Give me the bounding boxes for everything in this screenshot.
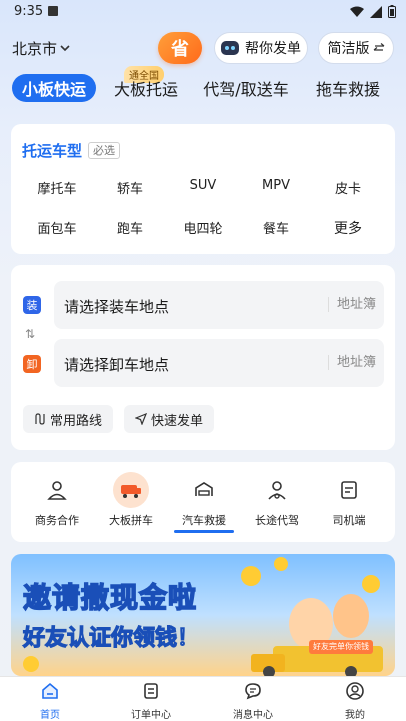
nav-label: 我的 [345,710,365,721]
vehicle-option-sportscar[interactable]: 跑车 [94,218,166,237]
unload-location-field[interactable]: 请选择卸车地点 地址簿 [54,339,384,387]
swap-icon [373,43,384,51]
service-carpool[interactable]: 大板拼车 [93,472,169,528]
required-tag: 必选 [88,142,120,159]
tab-label: 代驾/取送车 [203,80,289,99]
nav-home[interactable]: 首页 [10,681,90,721]
signal-icon [370,5,382,18]
status-bar: 9:35 [0,0,406,24]
service-driver-app[interactable]: 司机端 [311,472,387,528]
banner-title: 邀请撒现金啦 [22,580,198,615]
city-label: 北京市 [12,40,58,58]
rescue-icon [186,472,222,508]
common-routes-label: 常用路线 [49,413,102,429]
vehicle-option-ev4[interactable]: 电四轮 [167,218,239,237]
robot-icon [221,41,239,55]
banner-tag: 好友完单你领钱 [309,640,373,654]
load-badge: 装 [23,296,41,314]
driver-app-icon [331,472,367,508]
chevron-down-icon [60,45,70,52]
vehicle-option-sedan[interactable]: 轿车 [94,178,166,197]
simple-mode-label: 简洁版 [327,41,370,57]
driver-icon [259,472,295,508]
load-location-field[interactable]: 请选择装车地点 地址簿 [54,281,384,329]
tab-tow-rescue[interactable]: 拖车救援 [306,74,390,102]
load-location-placeholder: 请选择装车地点 [64,298,170,316]
quick-order-button[interactable]: 快速发单 [124,405,214,433]
unload-address-book-link[interactable]: 地址簿 [327,355,376,370]
bottom-nav: 首页 订单中心 消息中心 我的 [0,676,406,721]
banner-subtitle-a: 好友认证 [22,625,112,651]
quick-order-label: 快速发单 [150,413,203,429]
service-rescue[interactable]: 汽车救援 [166,472,242,528]
swap-addresses-icon[interactable]: ⇅ [25,327,35,341]
services-card: 商务合作 大板拼车 汽车救援 长途代驾 司机端 [11,462,395,542]
vehicle-option-motorcycle[interactable]: 摩托车 [21,178,93,197]
service-label: 汽车救援 [182,514,226,527]
service-label: 长途代驾 [255,514,299,527]
home-icon [42,682,58,699]
route-icon [35,413,45,425]
tab-large-board[interactable]: 大板托运 [104,74,188,102]
wifi-icon [350,6,364,17]
tab-small-board[interactable]: 小板快运 [12,74,96,102]
banner-subtitle-b: 你领钱 [110,625,178,651]
banner-subtitle-c: ！ [176,625,200,651]
unload-location-placeholder: 请选择卸车地点 [64,356,170,374]
service-label: 大板拼车 [109,514,153,527]
service-label: 司机端 [332,514,366,527]
load-address-book-link[interactable]: 地址簿 [327,297,376,312]
common-routes-button[interactable]: 常用路线 [23,405,113,433]
service-tabs: 小板快运 通全国 大板托运 代驾/取送车 拖车救援 [0,66,406,104]
vehicle-type-title: 托运车型 [22,142,83,160]
address-card: 装 ⇅ 卸 请选择装车地点 地址簿 请选择卸车地点 地址簿 常用路线 快速发单 [11,265,395,450]
service-label: 商务合作 [35,514,79,527]
vehicle-type-card: 托运车型 必选 摩托车 轿车 SUV MPV 皮卡 面包车 跑车 电四轮 餐车 … [11,124,395,254]
vehicle-option-more[interactable]: 更多 [312,218,384,238]
vehicle-option-mpv[interactable]: MPV [240,178,312,193]
nav-me[interactable]: 我的 [315,681,395,721]
simple-mode-button[interactable]: 简洁版 [318,32,394,64]
invite-banner[interactable]: 邀请撒现金啦 好友认证你领钱！ 好友完单你领钱 [11,554,395,676]
service-long-distance-driver[interactable]: 长途代驾 [239,472,315,528]
battery-icon [388,5,396,18]
banner-subtitle: 好友认证你领钱！ [22,620,200,652]
nav-label: 首页 [40,710,60,721]
active-service-indicator [174,530,234,533]
business-icon [39,472,75,508]
service-business[interactable]: 商务合作 [19,472,95,528]
carpool-icon [113,472,149,508]
top-bar: 北京市 省 帮你发单 简洁版 [0,30,406,66]
status-icons [350,5,396,18]
vehicle-option-pickup[interactable]: 皮卡 [312,178,384,197]
help-order-button[interactable]: 帮你发单 [214,32,308,64]
city-selector[interactable]: 北京市 [12,38,70,59]
vehicle-option-van[interactable]: 面包车 [21,218,93,237]
nav-label: 消息中心 [233,710,273,721]
notification-icon [48,6,58,16]
tab-chauffeur[interactable]: 代驾/取送车 [196,74,296,102]
sheng-label: 省 [171,39,189,60]
nav-label: 订单中心 [131,710,171,721]
nav-messages[interactable]: 消息中心 [213,681,293,721]
save-money-button[interactable]: 省 [158,32,202,64]
vehicle-option-food-truck[interactable]: 餐车 [240,218,312,237]
send-icon [134,413,147,425]
orders-icon [144,683,158,699]
user-icon [346,682,364,700]
unload-badge: 卸 [23,355,41,373]
nav-orders[interactable]: 订单中心 [111,681,191,721]
help-order-label: 帮你发单 [245,41,301,57]
message-icon [245,683,261,700]
tab-label: 小板快运 [21,80,86,99]
tab-label: 拖车救援 [315,80,380,99]
vehicle-option-suv[interactable]: SUV [167,178,239,193]
tab-label: 大板托运 [113,80,178,99]
status-time: 9:35 [14,4,44,19]
